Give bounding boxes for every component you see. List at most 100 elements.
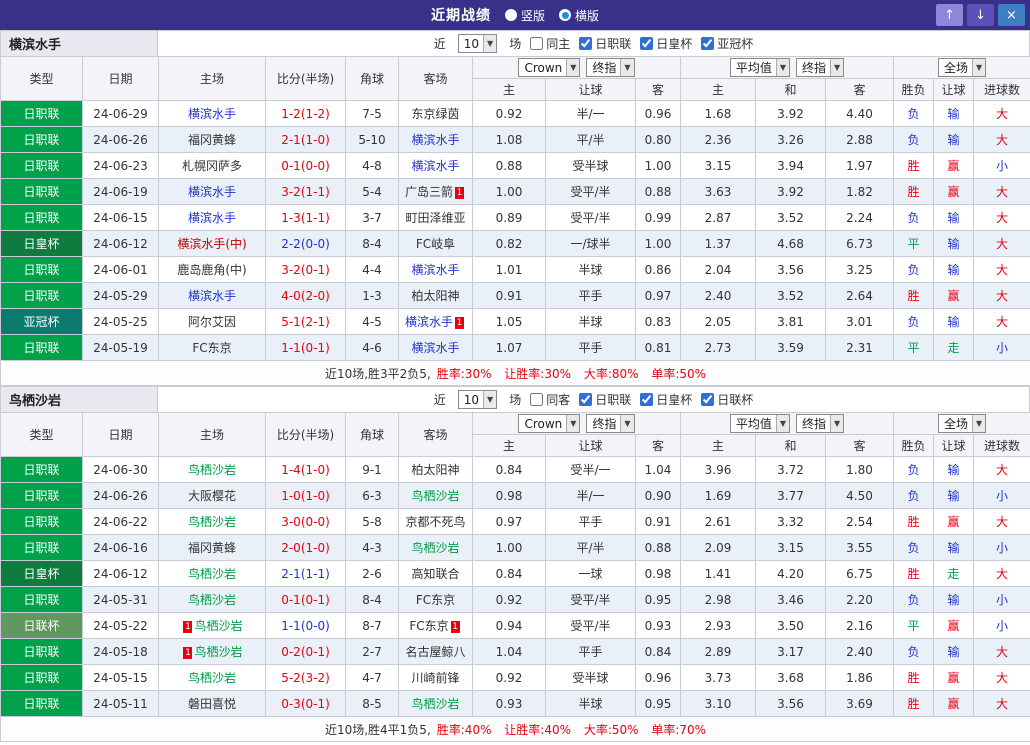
avg-draw-odds: 3.56 [755, 256, 827, 283]
average-stage-select-value: 终指 [802, 417, 827, 431]
filters-bar: 近 10 ▼ 场 同客 日职联 日皇杯 日联杯 [158, 387, 1029, 412]
bookmaker-stage-select[interactable]: 终指 ▼ [586, 414, 635, 433]
avg-home-odds: 2.36 [680, 126, 757, 153]
league-filter-1-checkbox[interactable] [640, 393, 654, 406]
league-filter-1[interactable]: 日皇杯 [640, 391, 692, 408]
chevron-down-icon: ▼ [566, 415, 580, 432]
away-team-name: 横滨水手 [411, 133, 460, 147]
avg-home-odds: 2.40 [680, 282, 757, 309]
avg-away-odds: 2.31 [825, 334, 895, 361]
match-date: 24-05-29 [82, 282, 159, 309]
bookmaker-stage-select[interactable]: 终指 ▼ [586, 58, 635, 77]
league-badge: 日职联 [0, 282, 83, 309]
home-team-name: 鸟栖沙岩 [187, 593, 236, 607]
layout-radio-vertical[interactable]: 竖版 [504, 7, 545, 24]
away-team: 川崎前锋 [398, 664, 473, 691]
scroll-up-button[interactable]: ↑ [936, 4, 963, 26]
away-team: 东京绿茵 [398, 100, 473, 127]
league-filter-2-checkbox[interactable] [701, 37, 715, 50]
match-row: 日职联 24-05-15 鸟栖沙岩 5-2(3-2) 4-7 川崎前锋 0.92 受半球 0.9… [0, 664, 1030, 691]
match-row: 日皇杯 24-06-12 鸟栖沙岩 2-1(1-1) 2-6 高知联合 0.84 一球 0.98… [0, 560, 1030, 587]
away-team: 名古屋鲸八 [398, 638, 473, 665]
same-venue-filter-checkbox[interactable] [530, 393, 544, 406]
scope-select[interactable]: 全场 ▼ [937, 414, 987, 433]
league-badge: 日职联 [0, 664, 83, 691]
layout-radio-horizontal[interactable]: 横版 [559, 7, 599, 24]
league-filter-0-checkbox[interactable] [579, 393, 593, 406]
league-filter-2[interactable]: 亚冠杯 [701, 35, 753, 52]
result-handicap: 赢 [933, 612, 975, 639]
league-badge: 日职联 [0, 100, 83, 127]
col-header-1: 日期 [82, 412, 159, 457]
team-section: 鸟栖沙岩近 10 ▼ 场同客 日职联 日皇杯 日联杯 类型 日期 主场 比分(半场) 角球 客场 Crow… [0, 386, 1030, 742]
bookmaker-select[interactable]: Crown ▼ [518, 58, 581, 77]
league-filter-2-checkbox[interactable] [701, 393, 715, 406]
match-date: 24-05-11 [82, 690, 159, 717]
score: 0-2(0-1) [265, 638, 346, 665]
result-goals: 大 [973, 638, 1030, 665]
score: 0-3(0-1) [265, 690, 346, 717]
sub-header-2: 客 [634, 78, 682, 101]
away-team-name: 横滨水手 [411, 159, 460, 173]
away-team: 高知联合 [398, 560, 473, 587]
close-button[interactable]: × [998, 4, 1025, 26]
bk-handicap: 受平/半 [545, 586, 636, 613]
average-stage-select[interactable]: 终指 ▼ [796, 414, 845, 433]
league-filter-0[interactable]: 日职联 [579, 35, 631, 52]
score: 2-2(0-0) [265, 230, 346, 257]
match-row: 日职联 24-06-26 福冈黄蜂 2-1(1-0) 5-10 横滨水手 1.08 平/半 0.… [0, 126, 1030, 153]
bookmaker-select[interactable]: Crown ▼ [518, 414, 581, 433]
home-team: 福冈黄蜂 [158, 534, 266, 561]
down-arrow-icon: ↓ [975, 7, 986, 23]
scope-select[interactable]: 全场 ▼ [937, 58, 987, 77]
bk-handicap: 半/一 [545, 100, 636, 127]
average-select[interactable]: 平均值 ▼ [729, 58, 791, 77]
league-filter-0[interactable]: 日职联 [579, 391, 631, 408]
same-venue-filter[interactable]: 同主 [530, 35, 570, 52]
league-filter-0-checkbox[interactable] [579, 37, 593, 50]
chevron-down-icon: ▼ [483, 391, 497, 408]
home-team-name: 阿尔艾因 [187, 315, 236, 329]
home-team: 横滨水手 [158, 282, 266, 309]
score: 5-1(2-1) [265, 308, 346, 335]
match-row: 日职联 24-06-29 横滨水手 1-2(1-2) 7-5 东京绿茵 0.92 半/一 0.9… [0, 100, 1030, 127]
league-filter-1-checkbox[interactable] [640, 37, 654, 50]
league-filter-0-label: 日职联 [595, 393, 632, 407]
bk-handicap: 平/半 [545, 534, 636, 561]
match-date: 24-06-26 [82, 482, 159, 509]
bk-away-odds: 0.84 [634, 638, 682, 665]
result-winloss: 负 [893, 100, 935, 127]
radio-selected-icon [559, 9, 571, 21]
avg-home-odds: 3.96 [680, 456, 757, 483]
scroll-down-button[interactable]: ↓ [967, 4, 994, 26]
result-goals: 大 [973, 282, 1030, 309]
result-goals: 小 [973, 534, 1030, 561]
away-team: FC岐阜 [398, 230, 473, 257]
match-count-select[interactable]: 10 ▼ [457, 34, 498, 53]
same-venue-filter-checkbox[interactable] [530, 37, 544, 50]
result-winloss: 负 [893, 308, 935, 335]
bk-home-odds: 1.08 [472, 126, 546, 153]
avg-draw-odds: 3.72 [755, 456, 827, 483]
match-date: 24-05-19 [82, 334, 159, 361]
away-team-name: 横滨水手 [411, 263, 460, 277]
col-header-3: 比分(半场) [265, 412, 346, 457]
home-team-name: 横滨水手 [187, 211, 236, 225]
same-venue-filter[interactable]: 同客 [530, 391, 570, 408]
result-handicap: 赢 [933, 664, 975, 691]
home-team: 鸟栖沙岩 [158, 508, 266, 535]
match-date: 24-06-26 [82, 126, 159, 153]
average-stage-select[interactable]: 终指 ▼ [796, 58, 845, 77]
average-group-header: 平均值 ▼ 终指 ▼ [680, 56, 895, 79]
league-filter-1[interactable]: 日皇杯 [640, 35, 692, 52]
avg-home-odds: 2.98 [680, 586, 757, 613]
league-filter-2[interactable]: 日联杯 [701, 391, 753, 408]
result-goals: 大 [973, 256, 1030, 283]
home-team-name: 大阪樱花 [187, 489, 236, 503]
result-winloss: 胜 [893, 560, 935, 587]
bk-handicap: 受半球 [545, 664, 636, 691]
average-select[interactable]: 平均值 ▼ [729, 414, 791, 433]
match-row: 日职联 24-05-11 磐田喜悦 0-3(0-1) 8-5 鸟栖沙岩 0.93 半球 0.95… [0, 690, 1030, 717]
match-count-select[interactable]: 10 ▼ [457, 390, 498, 409]
corner-count: 5-8 [345, 508, 399, 535]
